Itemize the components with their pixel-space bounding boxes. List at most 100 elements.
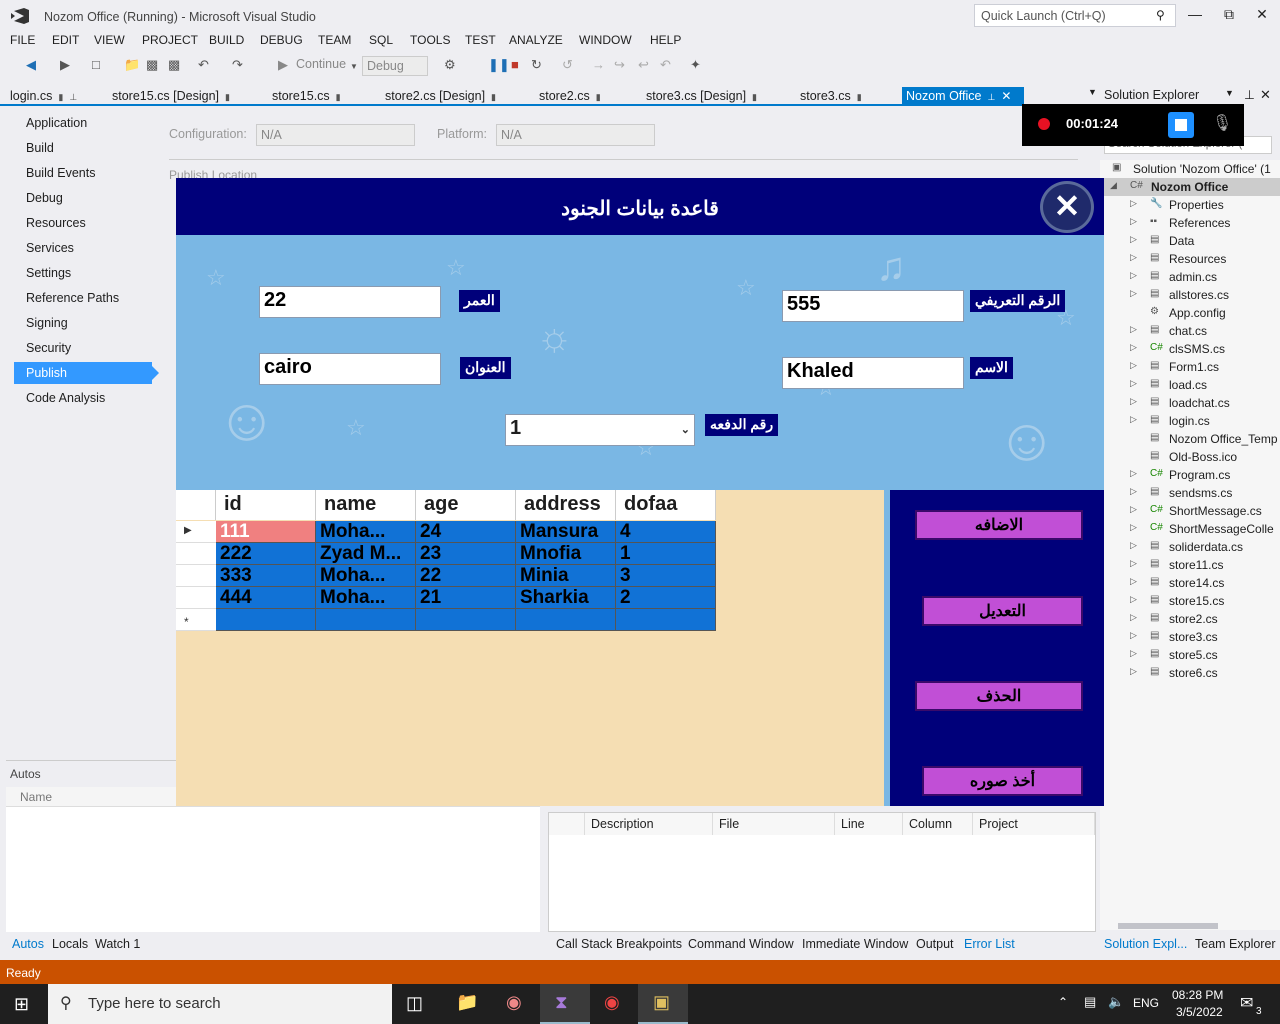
grid-cell[interactable]: Moha... bbox=[316, 587, 416, 609]
nav-build-events[interactable]: Build Events bbox=[14, 162, 152, 184]
save-all-icon[interactable]: ▩ bbox=[168, 57, 180, 73]
tab-error-list[interactable]: Error List bbox=[964, 937, 1015, 951]
grid-cell[interactable]: 222 bbox=[216, 543, 316, 565]
show-hidden-icons-icon[interactable]: ⌃ bbox=[1058, 995, 1068, 1009]
nav-build[interactable]: Build bbox=[14, 137, 152, 159]
nav-code-analysis[interactable]: Code Analysis bbox=[14, 387, 152, 409]
menu-view[interactable]: VIEW bbox=[94, 33, 125, 47]
grid-cell-new[interactable] bbox=[516, 609, 616, 631]
current-row-arrow-icon[interactable]: ▶ bbox=[176, 521, 216, 543]
minimize-icon[interactable]: — bbox=[1183, 6, 1207, 26]
tab-command-window[interactable]: Command Window bbox=[688, 937, 794, 951]
tab-store3-cs[interactable]: store3.cs ▮ bbox=[796, 87, 866, 105]
grid-header-address[interactable]: address bbox=[516, 490, 616, 520]
taskbar-search-input[interactable]: ⚲ Type here to search bbox=[48, 984, 392, 1024]
continue-play-icon[interactable]: ▶ bbox=[278, 57, 288, 73]
tree-file[interactable]: ▷ ▤ sendsms.cs bbox=[1100, 484, 1280, 502]
grid-cell-new[interactable] bbox=[416, 609, 516, 631]
scrollbar-thumb[interactable] bbox=[1118, 923, 1218, 929]
chevron-down-icon[interactable]: ▼ bbox=[1088, 87, 1097, 97]
error-col-file[interactable]: File bbox=[713, 813, 835, 835]
step-into-icon[interactable]: → bbox=[592, 57, 605, 72]
tree-file[interactable]: ⚙ App.config bbox=[1100, 304, 1280, 322]
menu-build[interactable]: BUILD bbox=[209, 33, 244, 47]
grid-cell[interactable]: 2 bbox=[616, 587, 716, 609]
show-next-statement-icon[interactable]: ↺ bbox=[562, 57, 573, 73]
row-selector[interactable] bbox=[176, 543, 216, 565]
tree-file[interactable]: ▷ ▤ store3.cs bbox=[1100, 628, 1280, 646]
tab-solution-explorer[interactable]: Solution Expl... bbox=[1104, 937, 1187, 951]
nav-debug[interactable]: Debug bbox=[14, 187, 152, 209]
tab-locals[interactable]: Locals bbox=[52, 937, 88, 951]
tree-properties[interactable]: ▷ 🔧 Properties bbox=[1100, 196, 1280, 214]
notifications-icon[interactable]: ✉ bbox=[1240, 993, 1253, 1013]
search-icon[interactable]: ⚲ bbox=[1156, 8, 1165, 22]
error-col-project[interactable]: Project bbox=[973, 813, 1095, 835]
error-col-description[interactable]: Description bbox=[585, 813, 713, 835]
tab-call-stack[interactable]: Call Stack bbox=[556, 937, 612, 951]
step-over-icon[interactable]: ↪ bbox=[614, 57, 625, 73]
file-explorer-icon[interactable]: 📁 bbox=[456, 992, 478, 1013]
close-window-icon[interactable]: ✕ bbox=[1250, 6, 1274, 26]
grid-cell-new[interactable] bbox=[216, 609, 316, 631]
paint-icon[interactable]: ◉ bbox=[506, 992, 522, 1013]
nav-publish[interactable]: Publish bbox=[14, 362, 152, 384]
soldiers-grid[interactable]: id name age address dofaa ▶ 111 Moha... … bbox=[176, 490, 716, 632]
tree-file[interactable]: ▷ C# ShortMessage.cs bbox=[1100, 502, 1280, 520]
row-selector[interactable] bbox=[176, 565, 216, 587]
tree-file[interactable]: ▷ ▤ chat.cs bbox=[1100, 322, 1280, 340]
tab-store15-design[interactable]: store15.cs [Design] ▮ bbox=[108, 87, 234, 105]
grid-cell[interactable]: Minia bbox=[516, 565, 616, 587]
redo-icon[interactable]: ↷ bbox=[232, 57, 243, 73]
grid-cell[interactable]: Moha... bbox=[316, 565, 416, 587]
menu-window[interactable]: WINDOW bbox=[579, 33, 632, 47]
grid-cell[interactable]: 4 bbox=[616, 521, 716, 543]
grid-cell[interactable]: 23 bbox=[416, 543, 516, 565]
tree-file[interactable]: ▤ Nozom Office_Temp bbox=[1100, 430, 1280, 448]
tree-file[interactable]: ▷ C# ShortMessageColle bbox=[1100, 520, 1280, 538]
take-photo-button[interactable]: أخذ صوره bbox=[922, 766, 1083, 796]
nav-application[interactable]: Application bbox=[14, 112, 152, 134]
diagnostics-icon[interactable]: ✦ bbox=[690, 57, 701, 73]
batch-select[interactable]: 1 ⌄ bbox=[505, 414, 695, 446]
tree-file[interactable]: ▷ ▤ store11.cs bbox=[1100, 556, 1280, 574]
windows-start-icon[interactable]: ⊞ bbox=[14, 994, 29, 1015]
restart-icon[interactable]: ↻ bbox=[531, 57, 542, 73]
tab-watch1[interactable]: Watch 1 bbox=[95, 937, 140, 951]
grid-cell[interactable]: Mnofia bbox=[516, 543, 616, 565]
clock-time[interactable]: 08:28 PM bbox=[1172, 988, 1223, 1002]
tree-project[interactable]: ◢ C# Nozom Office bbox=[1100, 178, 1280, 196]
platform-select[interactable]: N/A bbox=[496, 124, 655, 146]
tree-file[interactable]: ▷ ▤ loadchat.cs bbox=[1100, 394, 1280, 412]
grid-cell[interactable]: Sharkia bbox=[516, 587, 616, 609]
grid-cell[interactable]: 3 bbox=[616, 565, 716, 587]
configuration-select[interactable]: N/A bbox=[256, 124, 415, 146]
grid-cell-new[interactable] bbox=[316, 609, 416, 631]
volume-icon[interactable]: 🔈 bbox=[1108, 994, 1124, 1010]
undo-icon[interactable]: ↶ bbox=[198, 57, 209, 73]
chevron-down-icon[interactable]: ▼ bbox=[350, 62, 358, 71]
continue-button[interactable]: Continue bbox=[296, 57, 346, 71]
restore-icon[interactable]: ⧉ bbox=[1217, 6, 1241, 26]
tab-immediate-window[interactable]: Immediate Window bbox=[802, 937, 908, 951]
chrome-icon[interactable]: ◉ bbox=[604, 992, 620, 1013]
forward-icon[interactable]: ▶ bbox=[60, 57, 70, 73]
new-row-marker[interactable]: * bbox=[176, 609, 216, 631]
row-selector[interactable] bbox=[176, 587, 216, 609]
close-app-button[interactable]: ✕ bbox=[1040, 181, 1094, 233]
tree-file[interactable]: ▷ ▤ login.cs bbox=[1100, 412, 1280, 430]
tab-store3-design[interactable]: store3.cs [Design] ▮ bbox=[642, 87, 761, 105]
tree-file[interactable]: ▷ C# Program.cs bbox=[1100, 466, 1280, 484]
step-back-icon[interactable]: ↶ bbox=[660, 57, 671, 73]
tab-output[interactable]: Output bbox=[916, 937, 954, 951]
stop-recording-button[interactable] bbox=[1168, 112, 1194, 138]
process-icon[interactable]: ⚙ bbox=[444, 57, 456, 73]
grid-cell[interactable]: Moha... bbox=[316, 521, 416, 543]
tab-login-cs[interactable]: login.cs ▮ ⊥ bbox=[6, 87, 81, 105]
tree-file[interactable]: ▷ C# clsSMS.cs bbox=[1100, 340, 1280, 358]
menu-analyze[interactable]: ANALYZE bbox=[509, 33, 563, 47]
tab-autos[interactable]: Autos bbox=[12, 937, 44, 951]
tab-store2-cs[interactable]: store2.cs ▮ bbox=[535, 87, 605, 105]
nav-services[interactable]: Services bbox=[14, 237, 152, 259]
tree-file[interactable]: ▷ ▤ store5.cs bbox=[1100, 646, 1280, 664]
